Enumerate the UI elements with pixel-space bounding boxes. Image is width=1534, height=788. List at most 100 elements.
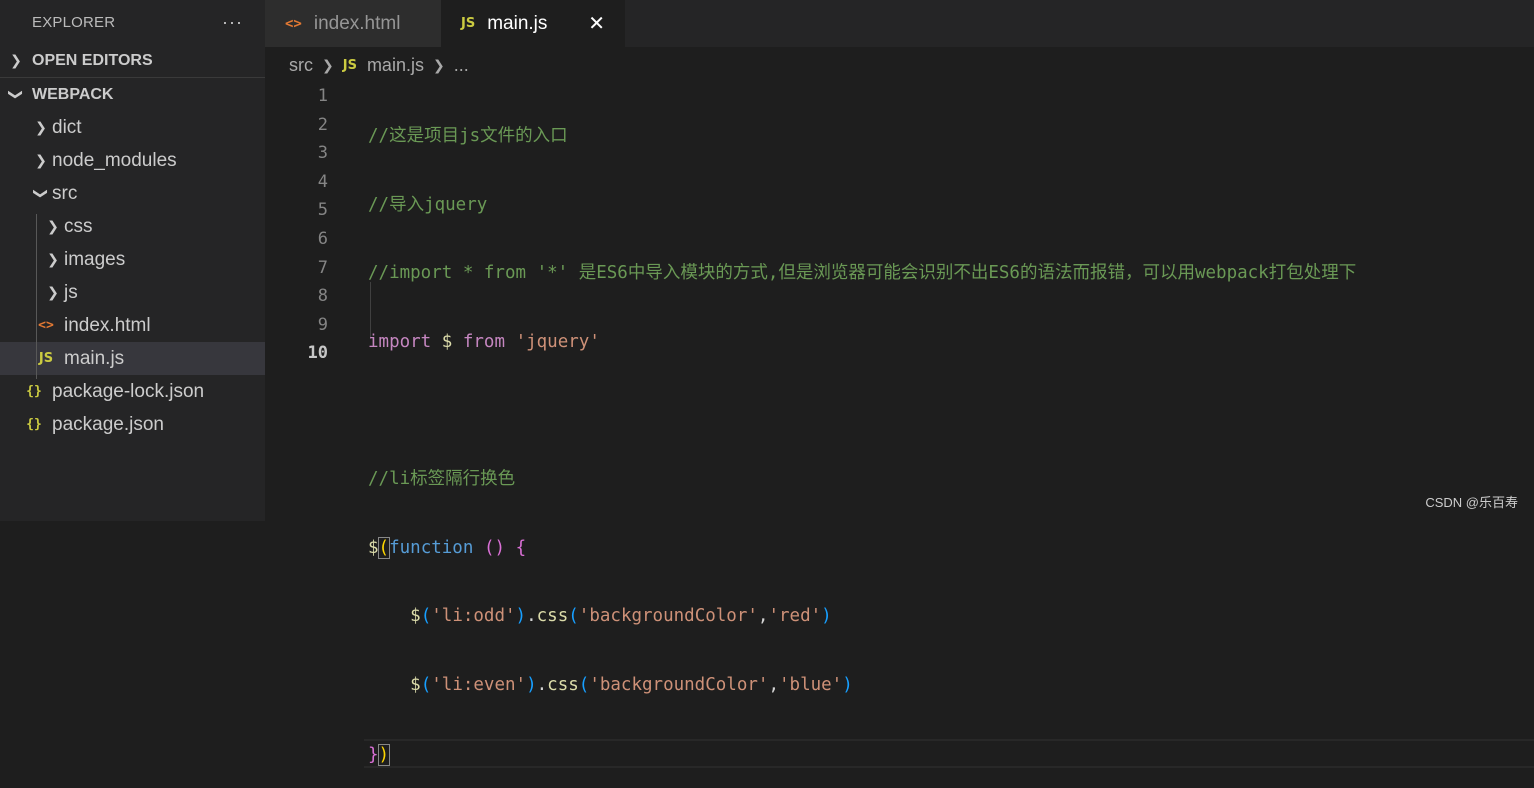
bracket-token: ( (377, 536, 391, 559)
chevron-right-icon: ❯ (47, 218, 59, 234)
line-number: 2 (317, 114, 328, 135)
open-editors-section[interactable]: ❯ OPEN EDITORS (0, 44, 265, 77)
method-token: css (547, 674, 579, 695)
line-number: 1 (317, 86, 328, 106)
bracket-token: } (368, 745, 379, 766)
chevron-right-icon: ❯ (322, 56, 334, 73)
code-editor[interactable]: //这是项目js文件的入口 //导入jquery //import * from… (364, 82, 1534, 788)
tab-index-html[interactable]: <> index.html (265, 0, 441, 47)
tab-main-js[interactable]: JS main.js ✕ (441, 0, 625, 47)
close-icon[interactable]: ✕ (588, 11, 605, 36)
string-token: 'blue' (779, 674, 843, 695)
bracket-token: ) (377, 744, 391, 767)
tree-item-label: main.js (64, 347, 125, 369)
line-number-gutter: 1 2 3 4 5 6 7 8 9 10 (290, 82, 328, 368)
bracket-token: () (483, 537, 506, 558)
comment-token: //导入jquery (368, 194, 488, 215)
code-line: //import * from '*' 是ES6中导入模块的方式,但是浏览器可能… (368, 259, 1534, 288)
tree-item-label: js (64, 281, 78, 303)
chevron-right-icon: ❯ (10, 52, 22, 68)
method-token: css (536, 606, 569, 627)
tree-item-src[interactable]: ❯ src (0, 177, 265, 210)
project-label: WEBPACK (32, 85, 114, 103)
tree-item-label: images (64, 248, 126, 270)
tree-item-dict[interactable]: ❯ dict (0, 111, 265, 144)
string-token: 'jquery' (515, 331, 600, 352)
line-number: 9 (317, 314, 328, 335)
tree-item-label: index.html (64, 314, 151, 336)
code-line: $('li:even').css('backgroundColor','blue… (410, 674, 853, 695)
identifier-token: $ (410, 606, 421, 627)
line-number: 4 (317, 171, 328, 192)
tree-item-main-js[interactable]: JS main.js (0, 342, 265, 375)
code-line: //导入jquery (368, 191, 1534, 220)
keyword-token: import (368, 331, 432, 352)
string-token: 'red' (768, 606, 822, 627)
tree-item-package-lock-json[interactable]: {} package-lock.json (0, 375, 265, 408)
code-line: //这是项目js文件的入口 (368, 122, 1534, 151)
js-file-icon: JS (38, 351, 54, 366)
tree-item-label: dict (52, 116, 82, 138)
identifier-token: $ (441, 331, 453, 352)
keyword-token: from (462, 331, 506, 352)
line-number-current: 10 (307, 343, 328, 364)
watermark: CSDN @乐百寿 (1425, 495, 1518, 510)
breadcrumb: src ❯ JS main.js ❯ ... (289, 52, 469, 78)
string-token: 'backgroundColor' (578, 606, 758, 627)
tree-item-label: node_modules (52, 149, 177, 171)
tree-item-node-modules[interactable]: ❯ node_modules (0, 144, 265, 177)
tree-item-package-json[interactable]: {} package.json (0, 408, 265, 441)
bracket-token: { (515, 537, 527, 558)
code-line: $(function () { (368, 534, 1534, 563)
editor-tab-bar: <> index.html JS main.js ✕ (265, 0, 1534, 47)
breadcrumb-folder[interactable]: src (289, 55, 313, 76)
code-line: $('li:odd').css('backgroundColor','red') (410, 606, 832, 627)
explorer-sidebar: EXPLORER ··· ❯ OPEN EDITORS ❯ WEBPACK ❯ … (0, 0, 265, 521)
tab-label: main.js (487, 12, 548, 34)
chevron-down-icon: ❯ (8, 88, 25, 101)
line-number: 8 (317, 286, 328, 307)
tree-item-css[interactable]: ❯ css (0, 210, 265, 243)
tree-item-label: package-lock.json (52, 380, 205, 402)
line-number: 7 (317, 257, 328, 278)
line-number: 6 (317, 228, 328, 249)
string-token: 'li:odd' (431, 606, 516, 627)
json-file-icon: {} (26, 417, 42, 432)
tab-label: index.html (313, 12, 401, 34)
line-number: 3 (317, 143, 328, 164)
chevron-right-icon: ❯ (35, 152, 47, 168)
explorer-title: EXPLORER (32, 13, 116, 31)
tree-item-images[interactable]: ❯ images (0, 243, 265, 276)
string-token: 'backgroundColor' (589, 674, 769, 695)
comment-token: //li标签隔行换色 (368, 468, 516, 489)
comment-token: //这是项目js文件的入口 (368, 126, 568, 146)
string-token: 'li:even' (431, 674, 527, 695)
tree-item-label: src (52, 182, 78, 204)
chevron-right-icon: ❯ (47, 284, 59, 300)
chevron-right-icon: ❯ (432, 56, 445, 73)
tree-item-index-html[interactable]: <> index.html (0, 309, 265, 342)
comment-token: //import * from '*' 是ES6中导入模块的方式,但是浏览器可能… (368, 263, 1357, 284)
chevron-right-icon: ❯ (47, 251, 59, 267)
chevron-down-icon: ❯ (33, 187, 50, 200)
breadcrumb-more[interactable]: ... (454, 55, 469, 76)
identifier-token: $ (368, 537, 379, 558)
html-file-icon: <> (285, 15, 302, 32)
tree-item-js[interactable]: ❯ js (0, 276, 265, 309)
keyword-token: function (389, 537, 474, 558)
indent-guide (36, 214, 37, 379)
open-editors-label: OPEN EDITORS (32, 51, 153, 69)
more-actions-icon[interactable]: ··· (222, 12, 243, 33)
breadcrumb-file[interactable]: main.js (367, 55, 424, 76)
tree-item-label: package.json (52, 413, 164, 435)
js-file-icon: JS (461, 16, 476, 31)
code-line: //li标签隔行换色 (368, 465, 1534, 494)
line-number: 5 (317, 200, 328, 221)
code-line: import $ from 'jquery' (368, 328, 1534, 357)
json-file-icon: {} (26, 384, 42, 399)
explorer-header: EXPLORER ··· (0, 0, 265, 44)
project-section[interactable]: ❯ WEBPACK (0, 77, 265, 111)
html-file-icon: <> (38, 318, 54, 333)
js-file-icon: JS (342, 57, 357, 73)
